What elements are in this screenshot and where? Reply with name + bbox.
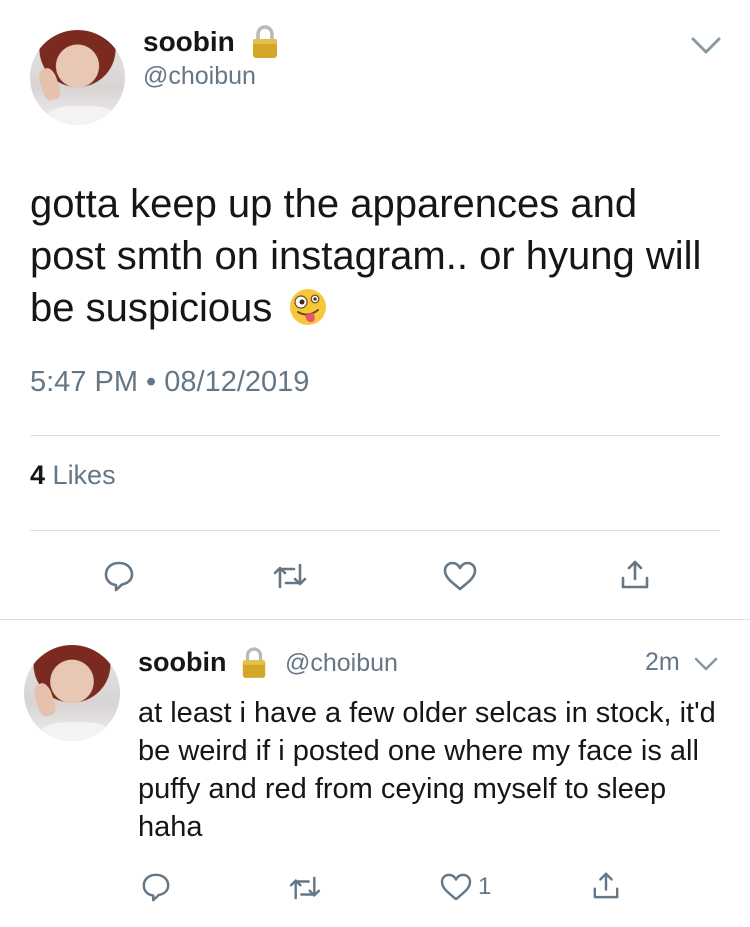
avatar[interactable] — [30, 30, 125, 125]
likes-summary[interactable]: 4 Likes — [30, 460, 116, 491]
reply-reply-button[interactable] — [141, 872, 171, 902]
lock-icon — [242, 647, 266, 678]
heart-icon — [443, 561, 477, 591]
likes-count: 4 — [30, 460, 46, 490]
chevron-down-icon[interactable] — [693, 656, 719, 672]
reply-like-count: 1 — [478, 873, 492, 900]
display-name[interactable]: soobin — [143, 26, 235, 58]
like-button[interactable] — [443, 561, 477, 591]
reply-like-button[interactable]: 1 — [440, 873, 491, 901]
lock-icon — [253, 25, 277, 58]
divider — [30, 435, 720, 436]
retweet-icon — [289, 876, 321, 900]
likes-label: Likes — [52, 460, 116, 490]
share-icon — [593, 872, 619, 899]
divider — [30, 530, 720, 531]
reply-icon — [104, 561, 134, 592]
heart-icon — [440, 873, 472, 901]
avatar-hand — [30, 681, 58, 718]
reply-time: 2m — [645, 648, 680, 676]
reply-display-name[interactable]: soobin — [138, 647, 227, 678]
reply-text: at least i have a few older selcas in st… — [138, 697, 716, 843]
tweet-body: gotta keep up the apparences and post sm… — [30, 182, 702, 330]
share-button[interactable] — [620, 558, 650, 590]
zany-face-icon — [289, 289, 326, 325]
avatar-hand — [36, 66, 64, 103]
tweet-text: gotta keep up the apparences and post sm… — [30, 178, 720, 334]
retweet-icon — [273, 563, 307, 589]
chevron-down-icon[interactable] — [690, 36, 722, 56]
reply-icon — [142, 873, 170, 902]
reply-handle[interactable]: @choibun — [285, 649, 398, 678]
reply-retweet-button[interactable] — [288, 875, 322, 901]
retweet-button[interactable] — [272, 562, 308, 590]
share-icon — [621, 560, 649, 589]
reply-share-button[interactable] — [592, 870, 620, 900]
user-handle[interactable]: @choibun — [143, 62, 256, 91]
divider — [0, 619, 750, 620]
reply-button[interactable] — [103, 560, 135, 592]
avatar-shirt — [47, 106, 116, 125]
tweet-timestamp: 5:47 PM • 08/12/2019 — [30, 366, 310, 398]
reply-avatar[interactable] — [24, 645, 120, 741]
avatar-shirt — [41, 721, 111, 741]
